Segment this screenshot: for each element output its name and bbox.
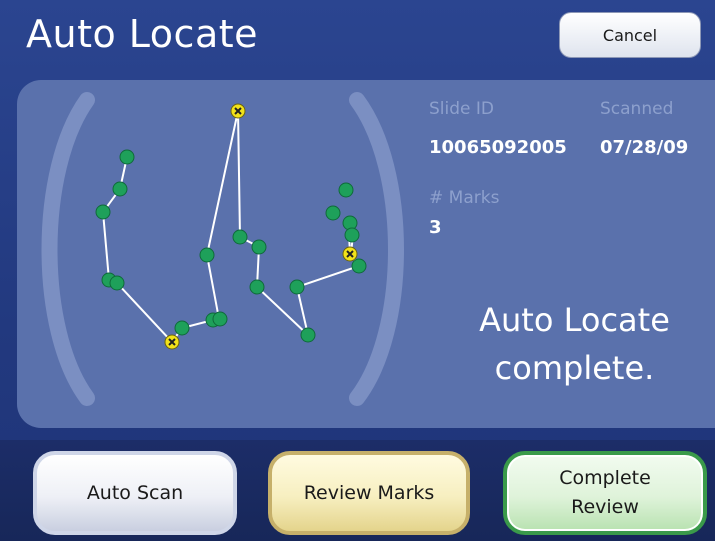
marks-count-value: 3 <box>429 217 442 238</box>
mark-marker <box>230 103 246 119</box>
field-marker <box>300 327 316 343</box>
field-marker <box>325 205 341 221</box>
auto-locate-screen: Auto Locate Cancel Slide ID 10065092005 … <box>0 0 715 541</box>
status-line-2: complete. <box>494 349 655 387</box>
field-marker <box>251 239 267 255</box>
scanned-date-value: 07/28/09 <box>600 137 689 158</box>
complete-review-button[interactable]: Complete Review <box>503 451 707 535</box>
auto-scan-button[interactable]: Auto Scan <box>33 451 237 535</box>
field-marker <box>351 258 367 274</box>
scan-path-line <box>101 110 361 344</box>
complete-review-label: Complete Review <box>559 467 651 518</box>
marks-count-label: # Marks <box>429 188 500 208</box>
slide-id-value: 10065092005 <box>429 137 567 158</box>
field-marker <box>199 247 215 263</box>
right-bracket-shape <box>349 92 404 406</box>
review-marks-label: Review Marks <box>303 481 435 504</box>
mark-marker <box>342 246 358 262</box>
field-marker <box>112 181 128 197</box>
field-marker <box>119 149 135 165</box>
field-marker <box>289 279 305 295</box>
field-marker <box>212 311 228 327</box>
field-marker <box>95 204 111 220</box>
field-marker <box>174 320 190 336</box>
page-title: Auto Locate <box>26 12 259 56</box>
mark-marker <box>164 334 180 350</box>
auto-scan-label: Auto Scan <box>86 481 184 504</box>
scan-result-panel: Slide ID 10065092005 Scanned 07/28/09 # … <box>17 80 715 428</box>
review-marks-button[interactable]: Review Marks <box>268 451 470 535</box>
field-marker <box>232 229 248 245</box>
field-marker <box>338 182 354 198</box>
scanned-label: Scanned <box>600 99 674 119</box>
field-marker <box>344 227 360 243</box>
left-bracket-shape <box>41 92 95 406</box>
status-message: Auto Locate complete. <box>447 296 702 392</box>
field-markers <box>95 149 367 343</box>
status-line-1: Auto Locate <box>479 301 670 339</box>
cancel-button[interactable]: Cancel <box>559 12 701 58</box>
slide-id-label: Slide ID <box>429 99 494 119</box>
field-marker <box>109 275 125 291</box>
field-marker <box>249 279 265 295</box>
